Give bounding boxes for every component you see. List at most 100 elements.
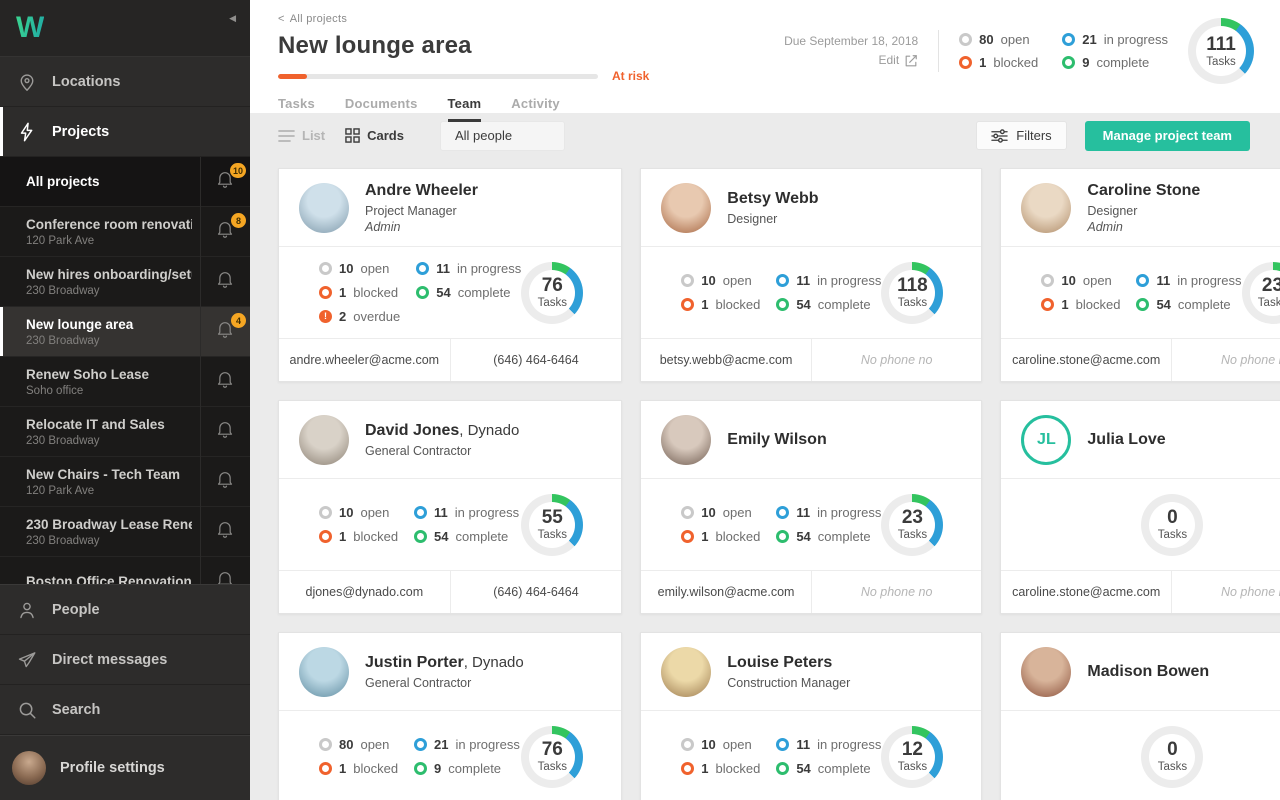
member-email[interactable]: caroline.stone@acme.com xyxy=(1001,571,1171,613)
notifications-bell[interactable]: 4 xyxy=(200,307,250,356)
stat-value: 10 xyxy=(339,261,354,276)
notifications-bell[interactable]: 10 xyxy=(200,157,250,206)
manage-project-team-button[interactable]: Manage project team xyxy=(1084,120,1250,151)
member-stats: 10 open 11 in progress 1 blocked 54 complete xyxy=(681,505,881,544)
tasks-label: Tasks xyxy=(537,297,567,309)
team-member-card[interactable]: David Jones, Dynado General Contractor 10 o… xyxy=(278,400,623,614)
stat-open: 10 open xyxy=(319,261,400,276)
stat-open: 80 open xyxy=(959,32,1038,47)
project-stats: 80 open 21 in progress 1 blocked 9 complete xyxy=(959,32,1168,70)
sidebar-item-direct-messages[interactable]: Direct messages xyxy=(0,635,250,685)
complete-status-icon xyxy=(1136,298,1150,311)
edit-label: Edit xyxy=(878,53,900,67)
avatar-photo xyxy=(661,182,712,233)
complete-status-icon xyxy=(776,762,790,775)
stat-value: 1 xyxy=(979,55,987,70)
stat-label: in progress xyxy=(1177,273,1242,288)
team-member-card[interactable]: JL Julia Love 0 Tasks caroline.stone@acme.co… xyxy=(1000,400,1280,614)
sidebar-project-new-hires-onboarding-setup[interactable]: New hires onboarding/setup 230 Broadway xyxy=(0,257,250,307)
open-status-icon xyxy=(319,738,332,751)
sidebar-nav-top: Locations Projects xyxy=(0,57,250,157)
team-member-card[interactable]: Caroline Stone Designer Admin 10 open 11 in pr… xyxy=(1000,168,1280,382)
tab-tasks[interactable]: Tasks xyxy=(278,96,315,122)
tab-activity[interactable]: Activity xyxy=(511,96,560,122)
list-view-toggle[interactable]: List xyxy=(278,128,325,143)
stat-label: blocked xyxy=(715,529,761,544)
sidebar-item-people[interactable]: People xyxy=(0,585,250,635)
sidebar-project-conference-room-renovation[interactable]: Conference room renovation 120 Park Ave 8 xyxy=(0,207,250,257)
stat-complete: 9 complete xyxy=(1062,55,1168,70)
status-badge: At risk xyxy=(612,69,650,83)
filters-button[interactable]: Filters xyxy=(976,121,1067,150)
sidebar-project-boston-office-renovation[interactable]: Boston Office Renovation xyxy=(0,557,250,584)
member-name-line: Caroline Stone xyxy=(1087,182,1200,200)
sidebar-project-230-broadway-lease-renewal[interactable]: 230 Broadway Lease Renewal 230 Broadway xyxy=(0,507,250,557)
sidebar-item-search[interactable]: Search xyxy=(0,685,250,735)
member-email[interactable]: emily.wilson@acme.com xyxy=(641,571,811,613)
sidebar-item-profile-settings[interactable]: Profile settings xyxy=(0,735,250,800)
project-location: Soho office xyxy=(26,384,84,397)
sidebar-project-all-projects[interactable]: All projects 10 xyxy=(0,157,250,207)
stat-complete: 54 complete xyxy=(776,761,881,776)
sidebar-project-new-chairs-tech-team[interactable]: New Chairs - Tech Team 120 Park Ave xyxy=(0,457,250,507)
member-email[interactable]: betsy.webb@acme.com xyxy=(641,339,811,381)
card-stats-section: 10 open 11 in progress 1 blocked 54 complete 23 T… xyxy=(641,479,982,571)
notifications-bell[interactable] xyxy=(200,557,250,584)
member-email[interactable]: caroline.stone@acme.com xyxy=(1001,339,1171,381)
notifications-bell[interactable] xyxy=(200,507,250,556)
stat-label: open xyxy=(360,261,390,276)
stat-value: 80 xyxy=(979,32,994,47)
sidebar-item-locations[interactable]: Locations xyxy=(0,57,250,107)
member-phone: No phone no xyxy=(810,339,982,381)
sidebar-project-renew-soho-lease[interactable]: Renew Soho Lease Soho office xyxy=(0,357,250,407)
edit-icon xyxy=(905,54,917,66)
team-member-card[interactable]: Betsy Webb Designer 10 open 11 in progress 1 bl… xyxy=(640,168,983,382)
notifications-bell[interactable] xyxy=(200,457,250,506)
member-phone[interactable]: (646) 464-6464 xyxy=(449,571,622,613)
inprogress-status-icon xyxy=(776,506,790,519)
breadcrumb-all-projects[interactable]: < All projects xyxy=(278,0,347,25)
notifications-bell[interactable]: 8 xyxy=(200,207,250,256)
team-member-card[interactable]: Emily Wilson 10 open 11 in progress 1 blocked 5… xyxy=(640,400,983,614)
project-name: New lounge area xyxy=(26,316,134,332)
member-identity: Andre Wheeler Project Manager Admin xyxy=(365,182,478,234)
notifications-bell[interactable] xyxy=(200,257,250,306)
project-location: 230 Broadway xyxy=(26,284,100,297)
stat-value: 10 xyxy=(339,505,354,520)
due-block: Due September 18, 2018 Edit xyxy=(784,32,918,70)
project-name: All projects xyxy=(26,174,100,189)
sidebar-item-projects[interactable]: Projects xyxy=(0,107,250,157)
stat-open: 10 open xyxy=(1041,273,1120,288)
edit-button[interactable]: Edit xyxy=(878,51,918,70)
team-member-card[interactable]: Madison Bowen 0 Tasks xyxy=(1000,632,1280,800)
member-email[interactable]: djones@dynado.com xyxy=(279,571,450,613)
tasks-donut: 111 Tasks xyxy=(1188,18,1254,84)
notifications-bell[interactable] xyxy=(200,357,250,406)
member-company: , Dynado xyxy=(459,421,520,439)
tab-team[interactable]: Team xyxy=(447,96,482,122)
stat-value: 1 xyxy=(701,529,709,544)
people-filter-dropdown[interactable]: All people xyxy=(439,120,565,151)
notifications-bell[interactable] xyxy=(200,407,250,456)
cards-view-toggle[interactable]: Cards xyxy=(345,128,404,143)
stat-value: 9 xyxy=(1082,55,1090,70)
stat-overdue: ! 2 overdue xyxy=(319,309,400,324)
card-stats-section: 10 open 11 in progress 1 blocked 54 complete 23 T… xyxy=(1001,247,1280,339)
team-member-card[interactable]: Louise Peters Construction Manager 10 open 1… xyxy=(640,632,983,800)
member-email[interactable]: andre.wheeler@acme.com xyxy=(279,339,450,381)
member-phone[interactable]: (646) 464-6464 xyxy=(449,339,622,381)
tab-documents[interactable]: Documents xyxy=(345,96,418,122)
sidebar-project-relocate-it-and-sales[interactable]: Relocate IT and Sales 230 Broadway xyxy=(0,407,250,457)
sidebar-project-new-lounge-area[interactable]: New lounge area 230 Broadway 4 xyxy=(0,307,250,357)
member-name-line: David Jones, Dynado xyxy=(365,422,519,440)
team-member-card[interactable]: Justin Porter, Dynado General Contractor 8… xyxy=(278,632,623,800)
stat-value: 1 xyxy=(1061,297,1069,312)
member-name: Madison Bowen xyxy=(1087,662,1210,680)
inprogress-status-icon xyxy=(776,738,790,751)
search-icon xyxy=(15,699,39,721)
member-role: Project Manager xyxy=(365,203,457,218)
member-name: Justin Porter xyxy=(365,653,464,671)
collapse-sidebar-icon[interactable]: ◀ xyxy=(229,13,236,24)
project-info: Boston Office Renovation xyxy=(0,557,200,584)
team-member-card[interactable]: Andre Wheeler Project Manager Admin 10 open 1… xyxy=(278,168,623,382)
